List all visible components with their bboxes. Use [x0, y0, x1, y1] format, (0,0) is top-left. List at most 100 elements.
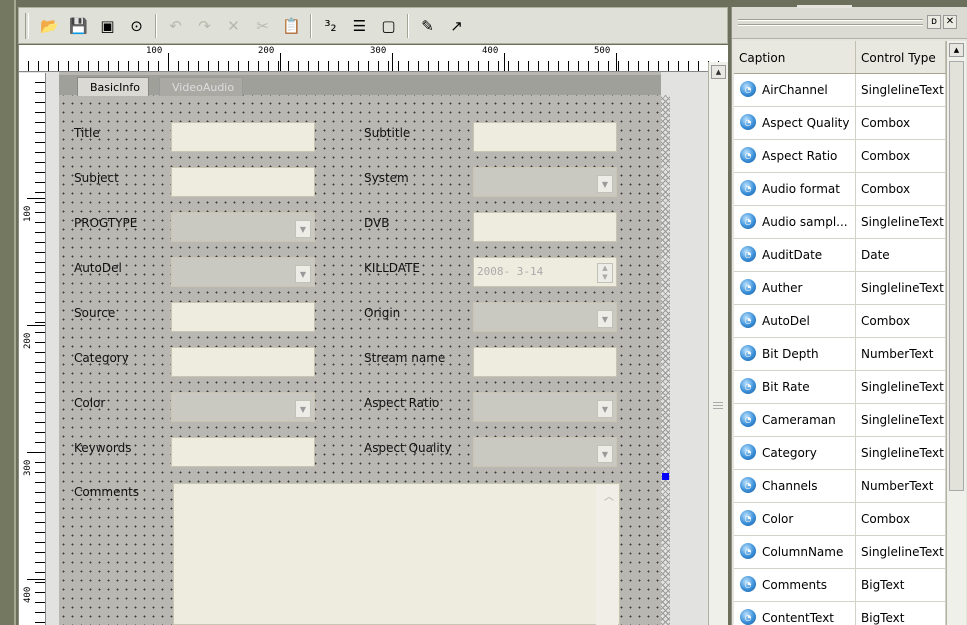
column-header-caption[interactable]: Caption: [734, 41, 856, 73]
field-label-color: Color: [74, 396, 106, 410]
scrollbar-grip[interactable]: [713, 402, 723, 403]
table-row[interactable]: ◔ Comments BigText: [734, 569, 946, 602]
column-header-control-type[interactable]: Control Type: [856, 41, 946, 73]
open-icon[interactable]: 📂: [37, 13, 63, 39]
caption-cell: ◔ Audio format: [734, 173, 856, 205]
aspect-quality-combo[interactable]: ▼: [473, 437, 617, 467]
properties-icon[interactable]: ✎: [415, 13, 441, 39]
panel-scrollbar[interactable]: ▲: [946, 41, 966, 625]
control-type-cell: Combox: [856, 107, 946, 139]
table-row[interactable]: ◔ AutoDel Combox: [734, 305, 946, 338]
cut-icon[interactable]: ✂: [250, 13, 276, 39]
spin-up-icon[interactable]: ▲: [598, 264, 612, 273]
field-label-source: Source: [74, 306, 116, 320]
field-label-killdate: KILLDATE: [364, 261, 420, 275]
chevron-down-icon[interactable]: ▼: [295, 220, 311, 238]
progtype-combo[interactable]: ▼: [171, 212, 315, 242]
chevron-up-icon[interactable]: ︿: [604, 488, 614, 503]
field-icon: ◔: [740, 576, 756, 592]
table-row[interactable]: ◔ AuditDate Date: [734, 239, 946, 272]
field-table: Caption Control Type ◔ AirChannel Singleli…: [734, 41, 946, 625]
aspect-ratio-combo[interactable]: ▼: [473, 392, 617, 422]
preview-icon[interactable]: ⊙: [124, 13, 150, 39]
subtitle-input[interactable]: [473, 122, 617, 152]
tab-basicinfo[interactable]: BasicInfo: [77, 77, 149, 96]
float-icon[interactable]: ᴅ: [927, 15, 941, 29]
caption-text: Cameraman: [762, 413, 836, 427]
delete-icon[interactable]: ✕: [221, 13, 247, 39]
spin-down-icon[interactable]: ▼: [598, 273, 612, 282]
table-row[interactable]: ◔ ContentText BigText: [734, 602, 946, 625]
save-as-icon[interactable]: ▣: [95, 13, 121, 39]
tab-order-icon[interactable]: ³₂: [318, 13, 344, 39]
designer-scrollbar[interactable]: ▲: [708, 62, 728, 625]
tab-videoaudio[interactable]: VideoAudio: [159, 77, 244, 96]
system-combo[interactable]: ▼: [473, 167, 617, 197]
table-row[interactable]: ◔ Cameraman SinglelineText: [734, 404, 946, 437]
table-row[interactable]: ◔ Category SinglelineText: [734, 437, 946, 470]
table-row[interactable]: ◔ Aspect Ratio Combox: [734, 140, 946, 173]
chevron-down-icon[interactable]: ▼: [295, 265, 311, 283]
scrollbar-thumb[interactable]: [949, 61, 964, 491]
killdate-value: 2008- 3-14: [477, 265, 544, 278]
stream-name-input[interactable]: [473, 347, 617, 377]
save-icon[interactable]: 💾: [66, 13, 92, 39]
ruler-label: 200: [258, 46, 275, 56]
control-type-cell: SinglelineText: [856, 371, 946, 403]
ruler-label: 500: [594, 46, 611, 56]
chevron-down-icon[interactable]: ▼: [295, 400, 311, 418]
table-row[interactable]: ◔ AirChannel SinglelineText: [734, 74, 946, 107]
origin-combo[interactable]: ▼: [473, 302, 617, 332]
paste-icon[interactable]: 📋: [279, 13, 305, 39]
category-input[interactable]: [171, 347, 315, 377]
field-icon: ◔: [740, 147, 756, 163]
scroll-up-icon[interactable]: ▲: [711, 65, 726, 79]
ruler-major-tick: [27, 579, 45, 580]
scroll-up-icon[interactable]: ▲: [949, 43, 964, 57]
keywords-input[interactable]: [171, 437, 315, 467]
table-row[interactable]: ◔ ColumnName SinglelineText: [734, 536, 946, 569]
table-row[interactable]: ◔ Audio sampl... SinglelineText: [734, 206, 946, 239]
field-label-progtype: PROGTYPE: [74, 216, 138, 230]
chevron-down-icon[interactable]: ▼: [597, 175, 613, 193]
table-row[interactable]: ◔ Auther SinglelineText: [734, 272, 946, 305]
caption-cell: ◔ AuditDate: [734, 239, 856, 271]
table-row[interactable]: ◔ Channels NumberText: [734, 470, 946, 503]
table-row[interactable]: ◔ Audio format Combox: [734, 173, 946, 206]
field-icon: ◔: [740, 213, 756, 229]
killdate-date-picker[interactable]: 2008- 3-14 ▲ ▼: [473, 257, 617, 287]
align-icon[interactable]: ☰: [347, 13, 373, 39]
export-icon[interactable]: ↗: [444, 13, 470, 39]
ruler-horizontal: 100 200 300 400 500: [19, 45, 728, 72]
resize-handle[interactable]: [662, 473, 669, 480]
caption-text: Aspect Ratio: [762, 149, 838, 163]
layout-icon[interactable]: ▢: [376, 13, 402, 39]
undo-icon[interactable]: ↶: [163, 13, 189, 39]
subject-input[interactable]: [171, 167, 315, 197]
comments-scrollbar[interactable]: ︿: [596, 485, 618, 625]
chevron-down-icon[interactable]: ▼: [597, 310, 613, 328]
chevron-down-icon[interactable]: ▼: [597, 400, 613, 418]
color-combo[interactable]: ▼: [171, 392, 315, 422]
table-row[interactable]: ◔ Bit Rate SinglelineText: [734, 371, 946, 404]
ruler-major-tick: [392, 53, 393, 71]
field-icon: ◔: [740, 477, 756, 493]
panel-header[interactable]: ᴅ ✕: [732, 7, 967, 39]
table-row[interactable]: ◔ Aspect Quality Combox: [734, 107, 946, 140]
source-input[interactable]: [171, 302, 315, 332]
control-type-cell: SinglelineText: [856, 404, 946, 436]
title-input[interactable]: [171, 122, 315, 152]
ruler-major-tick: [168, 53, 169, 71]
close-icon[interactable]: ✕: [943, 15, 957, 29]
comments-textarea[interactable]: ︿: [173, 483, 620, 625]
autodel-combo[interactable]: ▼: [171, 257, 315, 287]
dvb-input[interactable]: [473, 212, 617, 242]
redo-icon[interactable]: ↷: [192, 13, 218, 39]
toolbar-separator: [155, 13, 157, 38]
table-row[interactable]: ◔ Color Combox: [734, 503, 946, 536]
date-spinner[interactable]: ▲ ▼: [597, 263, 613, 283]
toolbar-grip[interactable]: [25, 12, 29, 39]
field-icon: ◔: [740, 279, 756, 295]
table-row[interactable]: ◔ Bit Depth NumberText: [734, 338, 946, 371]
chevron-down-icon[interactable]: ▼: [597, 445, 613, 463]
